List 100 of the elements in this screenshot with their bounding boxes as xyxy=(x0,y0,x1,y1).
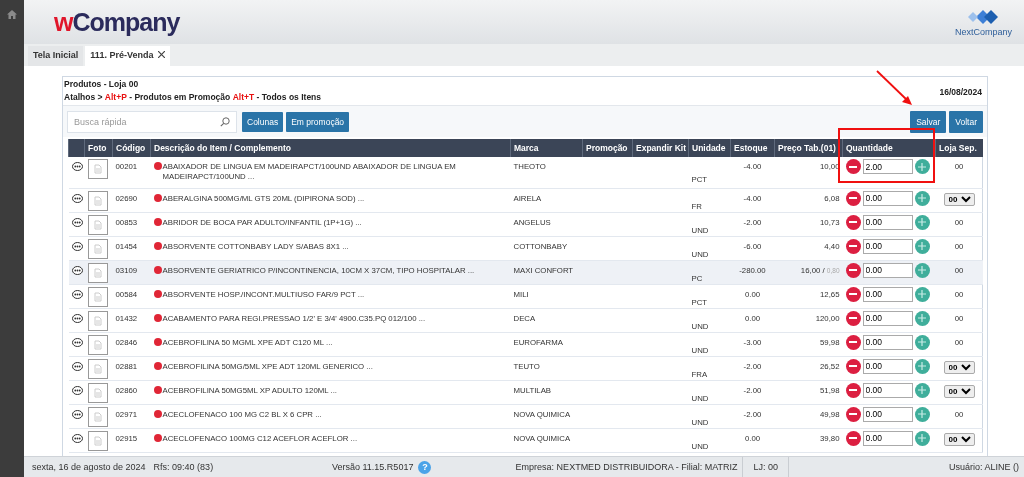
store-select[interactable]: 00 xyxy=(943,360,975,374)
plus-icon xyxy=(918,338,926,346)
minus-button[interactable] xyxy=(845,190,861,206)
plus-button[interactable] xyxy=(914,286,930,302)
more-icon[interactable] xyxy=(71,162,83,171)
plus-button[interactable] xyxy=(914,214,930,230)
column-header: Preço Tab.(01) xyxy=(778,143,836,153)
minus-icon xyxy=(849,293,857,295)
toolbar-button[interactable]: Colunas xyxy=(242,112,284,132)
plus-icon xyxy=(918,386,926,394)
quantity-field[interactable]: 0.00 xyxy=(862,358,913,374)
plus-button[interactable] xyxy=(914,358,930,374)
photo-placeholder-icon xyxy=(87,310,108,331)
brand-name: NextCompany xyxy=(954,26,1012,37)
plus-button[interactable] xyxy=(914,406,930,422)
toolbar-button[interactable]: Em promoção xyxy=(286,112,350,132)
status-dot xyxy=(153,313,162,322)
minus-button[interactable] xyxy=(845,238,861,254)
minus-button[interactable] xyxy=(845,286,861,302)
quantity-field[interactable]: 0.00 xyxy=(862,238,913,254)
minus-icon xyxy=(849,245,857,247)
quantity-field[interactable]: 0.00 xyxy=(862,382,913,398)
more-icon[interactable] xyxy=(71,241,83,251)
quantity-field[interactable]: 2.00 xyxy=(862,159,913,174)
column-header: Quantidade xyxy=(846,143,893,153)
status-dot xyxy=(153,409,162,418)
minus-icon xyxy=(849,221,857,223)
plus-button[interactable] xyxy=(914,159,930,174)
tab[interactable]: 111. Pré-Venda xyxy=(85,46,171,66)
version-text: Versão 11.15.R5017 xyxy=(332,462,414,472)
tab[interactable]: Tela Inicial xyxy=(28,46,84,66)
quantity-field[interactable]: 0.00 xyxy=(862,262,913,278)
photo-placeholder-icon xyxy=(87,430,108,451)
minus-icon xyxy=(849,341,857,343)
quantity-field[interactable]: 0.00 xyxy=(862,214,913,230)
status-dot xyxy=(153,337,162,346)
more-icon[interactable] xyxy=(71,433,83,443)
status-dot xyxy=(153,361,162,370)
photo-placeholder-icon xyxy=(87,262,108,283)
toolbar-button[interactable]: Salvar xyxy=(910,111,947,133)
photo-placeholder-icon xyxy=(87,406,108,427)
more-icon[interactable] xyxy=(71,193,83,203)
minus-icon xyxy=(849,165,857,168)
plus-icon xyxy=(918,362,926,370)
toolbar-button[interactable]: Voltar xyxy=(949,111,983,133)
plus-button[interactable] xyxy=(914,190,930,206)
quantity-field[interactable]: 0.00 xyxy=(862,190,913,206)
user-text: Usuário: ALINE () xyxy=(948,462,1019,472)
close-icon[interactable] xyxy=(158,51,166,58)
more-icon[interactable] xyxy=(71,409,83,419)
status-dot xyxy=(153,265,162,274)
minus-button[interactable] xyxy=(845,358,861,374)
plus-icon xyxy=(918,314,926,322)
status-dot xyxy=(153,217,162,226)
photo-placeholder-icon xyxy=(87,190,108,211)
quantity-field[interactable]: 0.00 xyxy=(862,286,913,302)
plus-icon xyxy=(918,242,926,250)
minus-button[interactable] xyxy=(845,334,861,350)
minus-button[interactable] xyxy=(845,310,861,326)
more-icon[interactable] xyxy=(71,385,83,395)
store-select[interactable]: 00 xyxy=(943,432,975,446)
plus-button[interactable] xyxy=(914,238,930,254)
more-icon[interactable] xyxy=(71,313,83,323)
status-dot xyxy=(153,385,162,394)
photo-placeholder-icon xyxy=(87,358,108,379)
search-field[interactable]: Busca rápida xyxy=(67,111,237,133)
plus-icon xyxy=(918,194,926,202)
plus-button[interactable] xyxy=(914,310,930,326)
store-select[interactable]: 00 xyxy=(943,384,975,398)
minus-icon xyxy=(849,365,857,367)
minus-button[interactable] xyxy=(845,430,861,446)
minus-button[interactable] xyxy=(845,159,861,174)
quantity-field[interactable]: 0.00 xyxy=(862,334,913,350)
plus-icon xyxy=(918,218,926,226)
more-icon[interactable] xyxy=(71,289,83,299)
refresh-text: Rfs: 09:40 (83) xyxy=(153,462,214,472)
minus-button[interactable] xyxy=(845,382,861,398)
store-select[interactable]: 00 xyxy=(943,192,975,206)
plus-button[interactable] xyxy=(914,430,930,446)
more-icon[interactable] xyxy=(71,217,83,227)
minus-icon xyxy=(849,197,857,199)
status-dot xyxy=(153,241,162,250)
more-icon[interactable] xyxy=(71,265,83,275)
minus-button[interactable] xyxy=(845,262,861,278)
quantity-field[interactable]: 0.00 xyxy=(862,430,913,446)
minus-icon xyxy=(849,413,857,415)
minus-button[interactable] xyxy=(845,214,861,230)
quantity-field[interactable]: 0.00 xyxy=(862,406,913,422)
more-icon[interactable] xyxy=(71,337,83,347)
minus-icon xyxy=(849,437,857,439)
search-icon[interactable] xyxy=(220,117,230,127)
annotation-arrow xyxy=(876,70,912,105)
minus-button[interactable] xyxy=(845,406,861,422)
photo-placeholder-icon xyxy=(87,382,108,403)
home-icon[interactable] xyxy=(7,10,17,19)
more-icon[interactable] xyxy=(71,361,83,371)
quantity-field[interactable]: 0.00 xyxy=(862,310,913,326)
plus-button[interactable] xyxy=(914,382,930,398)
column-header: Código xyxy=(116,143,146,153)
plus-button[interactable] xyxy=(914,334,930,350)
